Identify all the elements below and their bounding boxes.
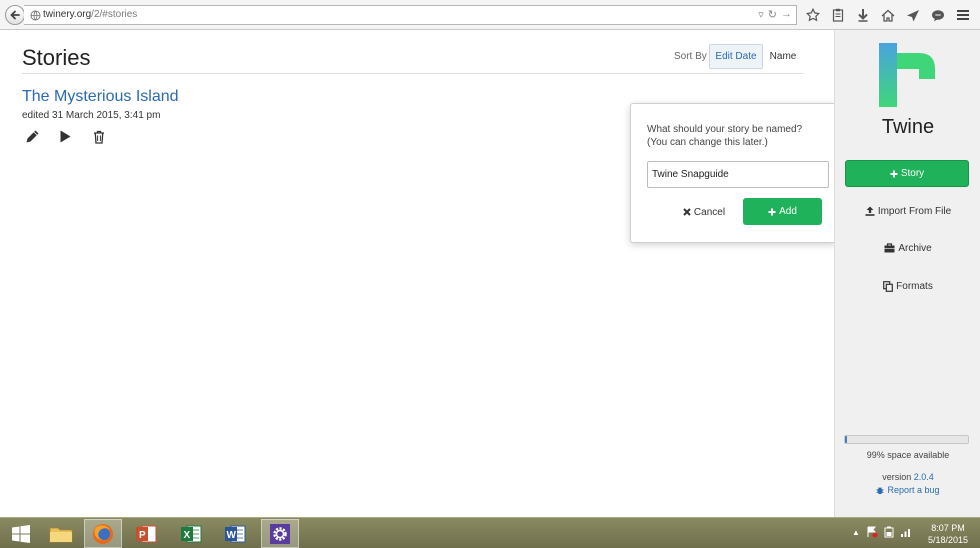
bug-icon xyxy=(876,486,885,494)
taskbar-file-explorer[interactable] xyxy=(42,519,80,548)
plus-icon xyxy=(768,208,776,215)
url-path: /2/#stories xyxy=(91,9,138,20)
browser-toolbar: twinery.org/2/#stories ▿ ↻ → xyxy=(0,0,980,30)
import-label: Import From File xyxy=(877,205,952,217)
version-info: version 2.0.4 xyxy=(835,472,980,482)
firefox-icon xyxy=(93,523,113,544)
cancel-button[interactable]: Cancel xyxy=(675,200,733,224)
taskbar-powerpoint[interactable]: P xyxy=(127,519,165,548)
sort-name-button[interactable]: Name xyxy=(764,44,802,69)
download-icon[interactable] xyxy=(850,4,875,26)
story-name-input[interactable] xyxy=(647,161,829,188)
edit-story-button[interactable] xyxy=(22,127,43,146)
sidebar: Twine Story Import From File Archive For… xyxy=(834,30,980,517)
folder-icon xyxy=(49,527,73,542)
menu-icon[interactable] xyxy=(950,4,975,26)
battery-icon[interactable] xyxy=(884,526,894,538)
cancel-label: Cancel xyxy=(693,206,726,218)
flag-alert-icon[interactable] xyxy=(866,526,878,538)
storage-text: 99% space available xyxy=(866,450,950,460)
version-label: version xyxy=(882,472,912,482)
storage-meter-fill xyxy=(845,436,848,443)
svg-text:W: W xyxy=(227,530,237,541)
report-bug-link[interactable]: Report a bug xyxy=(835,485,980,495)
clock-date: 5/18/2015 xyxy=(927,535,969,545)
taskbar-firefox[interactable] xyxy=(84,519,122,548)
twine-logo xyxy=(879,43,935,107)
new-story-button[interactable]: Story xyxy=(845,160,969,187)
version-number[interactable]: 2.0.4 xyxy=(914,472,934,482)
chat-bubble-icon[interactable] xyxy=(925,4,950,26)
import-from-file-button[interactable]: Import From File xyxy=(835,201,980,221)
delete-story-button[interactable] xyxy=(88,127,109,146)
dropdown-arrow-icon[interactable]: ▿ xyxy=(758,8,764,21)
story-edited-date: edited 31 March 2015, 3:41 pm xyxy=(22,110,161,121)
new-story-dialog: What should your story be named? (You ca… xyxy=(630,103,837,243)
plus-icon xyxy=(890,170,898,177)
app-name: Twine xyxy=(881,116,935,138)
story-title-link[interactable]: The Mysterious Island xyxy=(22,88,179,106)
taskbar-clock[interactable]: 8:07 PM 5/18/2015 xyxy=(922,522,974,546)
taskbar: P X W ▲ 8:07 PM 5/18/2015 xyxy=(0,517,980,548)
back-button[interactable] xyxy=(5,5,25,25)
word-icon: W xyxy=(225,525,246,542)
taskbar-excel[interactable]: X xyxy=(172,519,210,548)
play-story-button[interactable] xyxy=(55,127,76,146)
signal-icon[interactable] xyxy=(900,526,912,538)
bookmark-star-icon[interactable] xyxy=(800,4,825,26)
url-text: twinery.org/2/#stories xyxy=(43,9,137,20)
powerpoint-icon: P xyxy=(136,525,157,542)
windows-logo-icon xyxy=(12,524,30,543)
briefcase-icon xyxy=(884,243,895,253)
sort-edit-date-button[interactable]: Edit Date xyxy=(709,44,763,69)
sort-by-label: Sort By xyxy=(674,51,707,62)
upload-icon xyxy=(865,206,875,216)
globe-icon xyxy=(30,10,41,21)
add-button[interactable]: Add xyxy=(743,198,822,225)
archive-label: Archive xyxy=(898,242,932,254)
arrow-left-icon xyxy=(10,10,20,20)
address-bar[interactable]: twinery.org/2/#stories ▿ ↻ → xyxy=(24,5,797,25)
formats-label: Formats xyxy=(896,280,933,292)
archive-button[interactable]: Archive xyxy=(835,238,980,258)
close-icon xyxy=(683,208,691,216)
svg-text:X: X xyxy=(184,530,191,541)
gear-icon xyxy=(270,523,290,544)
taskbar-word[interactable]: W xyxy=(216,519,254,548)
new-story-label: Story xyxy=(900,168,925,179)
story-actions xyxy=(22,127,109,146)
dialog-hint: (You can change this later.) xyxy=(647,137,768,148)
play-icon xyxy=(60,130,71,143)
formats-button[interactable]: Formats xyxy=(835,276,980,296)
clock-time: 8:07 PM xyxy=(931,523,965,533)
clipboard-icon[interactable] xyxy=(825,4,850,26)
taskbar-settings[interactable] xyxy=(261,519,299,548)
pencil-icon xyxy=(26,130,39,143)
dialog-prompt: What should your story be named? xyxy=(647,124,803,135)
svg-text:P: P xyxy=(139,530,146,541)
storage-meter xyxy=(844,435,969,444)
system-tray: ▲ xyxy=(852,526,912,538)
excel-icon: X xyxy=(181,525,202,542)
url-host: twinery.org xyxy=(43,9,92,20)
reload-icon[interactable]: ↻ xyxy=(768,8,777,21)
title-divider xyxy=(22,73,803,74)
windows-start-button[interactable] xyxy=(2,519,40,548)
trash-icon xyxy=(93,130,104,144)
tray-expand-icon[interactable]: ▲ xyxy=(852,528,860,537)
copy-icon xyxy=(883,280,894,292)
home-icon[interactable] xyxy=(875,4,900,26)
add-label: Add xyxy=(779,206,797,217)
report-bug-label: Report a bug xyxy=(887,485,940,495)
go-arrow-icon[interactable]: → xyxy=(781,8,792,21)
send-icon[interactable] xyxy=(900,4,925,26)
page-title: Stories xyxy=(22,45,91,70)
